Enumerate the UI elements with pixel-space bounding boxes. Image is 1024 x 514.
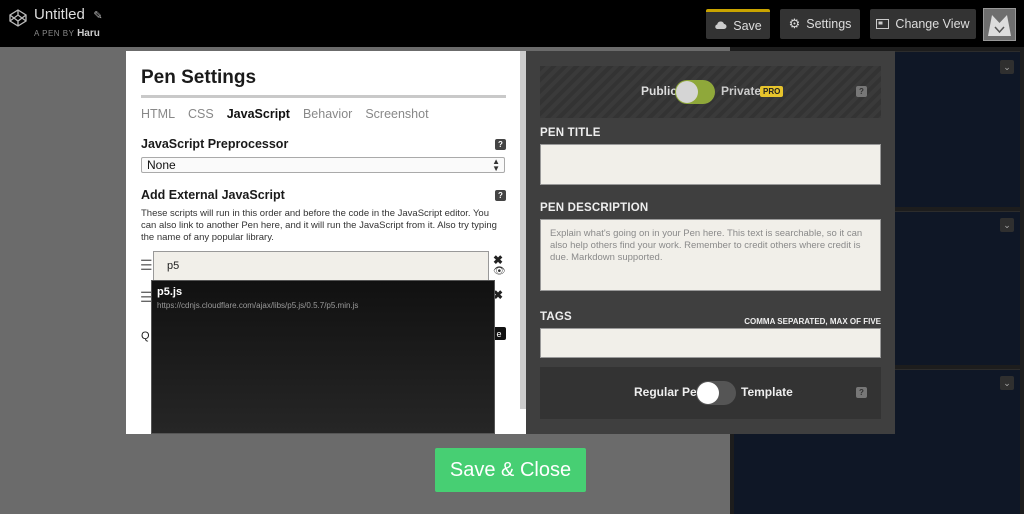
- settings-button[interactable]: ⚙ Settings: [780, 9, 860, 39]
- template-label: Template: [741, 385, 793, 399]
- chevron-down-icon[interactable]: ⌄: [1000, 376, 1014, 390]
- privacy-toggle[interactable]: [675, 80, 715, 104]
- toggle-knob: [697, 382, 719, 404]
- divider: [141, 95, 506, 98]
- avatar-image: [984, 9, 1015, 40]
- privacy-box: Public Private PRO ?: [540, 66, 881, 118]
- public-label: Public: [641, 84, 678, 98]
- settings-tabs: HTML CSS JavaScript Behavior Screenshot: [141, 107, 429, 121]
- pen-title-input[interactable]: [540, 144, 881, 185]
- library-suggestions: p5.js https://cdnjs.cloudflare.com/ajax/…: [151, 280, 495, 434]
- save-close-button[interactable]: Save & Close: [435, 448, 586, 492]
- user-avatar[interactable]: [983, 8, 1016, 41]
- template-toggle[interactable]: [696, 381, 736, 405]
- top-bar: Untitled ✎ A PEN BY Haru Save ⚙ Settings…: [0, 0, 1024, 47]
- select-arrows-icon: ▲ ▼: [492, 157, 500, 173]
- toggle-knob: [676, 81, 698, 103]
- pen-description-textarea[interactable]: Explain what's going on in your Pen here…: [540, 219, 881, 291]
- save-button[interactable]: Save: [706, 9, 770, 39]
- eye-icon[interactable]: 👁: [493, 266, 506, 277]
- help-icon[interactable]: ?: [495, 190, 506, 201]
- regular-pen-label: Regular Pen: [634, 385, 705, 399]
- preprocessor-value: None: [147, 158, 176, 172]
- preprocessor-select[interactable]: None ▲ ▼: [141, 157, 505, 173]
- pen-title-label: PEN TITLE: [540, 127, 601, 139]
- save-label: Save: [733, 18, 762, 33]
- author-link[interactable]: Haru: [77, 28, 100, 39]
- tags-input[interactable]: [540, 328, 881, 358]
- pen-description-label: PEN DESCRIPTION: [540, 202, 649, 214]
- cloud-icon: [715, 21, 727, 29]
- partial-text: Q: [141, 330, 150, 342]
- pro-badge: PRO: [760, 86, 784, 97]
- change-view-button[interactable]: Change View: [870, 9, 976, 39]
- external-heading: Add External JavaScript: [141, 188, 285, 202]
- suggestion-url[interactable]: https://cdnjs.cloudflare.com/ajax/libs/p…: [157, 301, 358, 310]
- pen-settings-panel: Pen Settings HTML CSS JavaScript Behavio…: [126, 51, 526, 434]
- chevron-down-icon[interactable]: ⌄: [1000, 218, 1014, 232]
- pen-title[interactable]: Untitled: [34, 6, 85, 23]
- help-icon[interactable]: ?: [856, 387, 867, 398]
- codepen-logo-icon[interactable]: [8, 8, 28, 28]
- settings-label: Settings: [806, 17, 852, 31]
- tab-behavior[interactable]: Behavior: [303, 107, 352, 121]
- suggestion-name[interactable]: p5.js: [157, 286, 182, 298]
- pen-title-group: Untitled ✎ A PEN BY Haru: [34, 6, 103, 39]
- tags-label: TAGS: [540, 311, 572, 323]
- help-icon[interactable]: ?: [856, 86, 867, 97]
- tab-screenshot[interactable]: Screenshot: [365, 107, 428, 121]
- pen-details-panel: Public Private PRO ? PEN TITLE PEN DESCR…: [526, 51, 895, 434]
- drag-handle-icon[interactable]: ☰: [140, 257, 153, 274]
- help-icon[interactable]: ?: [495, 139, 506, 150]
- pencil-icon[interactable]: ✎: [93, 10, 102, 22]
- byline-prefix: A PEN BY: [34, 29, 75, 38]
- remove-icon[interactable]: ✖: [493, 253, 503, 267]
- private-label: Private: [721, 84, 762, 98]
- tags-note: COMMA SEPARATED, MAX OF FIVE: [744, 317, 881, 326]
- layout-icon: [876, 19, 890, 29]
- tab-javascript[interactable]: JavaScript: [227, 107, 290, 121]
- external-description: These scripts will run in this order and…: [141, 208, 497, 243]
- template-box: Regular Pen Template ?: [540, 367, 881, 419]
- byline: A PEN BY Haru: [34, 28, 103, 39]
- preprocessor-heading: JavaScript Preprocessor: [141, 137, 289, 151]
- external-script-input[interactable]: p5: [153, 251, 489, 281]
- chevron-down-icon[interactable]: ⌄: [1000, 60, 1014, 74]
- settings-title: Pen Settings: [141, 67, 257, 88]
- gear-icon: ⚙: [788, 16, 801, 31]
- tab-html[interactable]: HTML: [141, 107, 175, 121]
- change-view-label: Change View: [895, 17, 970, 31]
- tab-css[interactable]: CSS: [188, 107, 214, 121]
